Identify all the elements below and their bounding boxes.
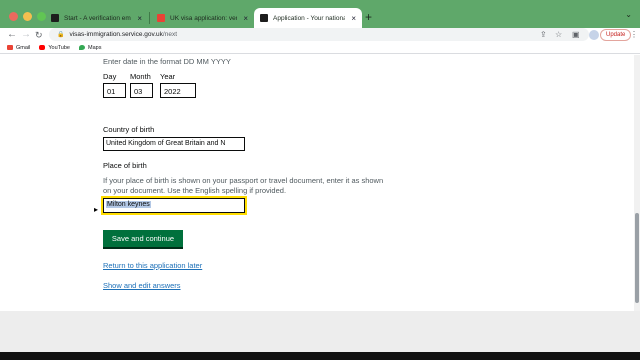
youtube-icon [39, 45, 46, 50]
scrollbar[interactable] [634, 55, 640, 311]
update-button[interactable]: Update [600, 29, 632, 41]
bookmarks-bar: Gmail YouTube Maps [0, 42, 640, 54]
year-input[interactable]: 2022 [160, 83, 196, 98]
browser-window: Start - A verification email has × UK vi… [0, 0, 640, 360]
side-panel-icon[interactable]: ▣ [572, 28, 580, 42]
bookmark-star-icon[interactable]: ☆ [555, 28, 562, 42]
new-tab-button[interactable]: + [365, 10, 372, 24]
close-tab-icon[interactable]: × [351, 14, 356, 23]
place-hint-line2: on your document. Use the English spelli… [103, 186, 287, 195]
govuk-favicon-icon [260, 14, 268, 22]
country-select[interactable]: United Kingdom of Great Britain and N [103, 137, 245, 151]
govuk-favicon-icon [51, 14, 59, 22]
minimize-window-button[interactable] [23, 12, 32, 21]
tab-start[interactable]: Start - A verification email has × [45, 8, 148, 28]
desktop-background [0, 311, 640, 352]
reload-icon[interactable]: ↻ [35, 28, 43, 42]
bookmark-gmail[interactable]: Gmail [7, 45, 30, 51]
scroll-thumb[interactable] [635, 213, 639, 303]
back-icon[interactable]: ← [7, 28, 17, 42]
tab-strip: Start - A verification email has × UK vi… [0, 0, 640, 28]
address-bar[interactable]: 🔒 visas-immigration.service.gov.uk/next [49, 28, 589, 41]
profile-avatar[interactable] [589, 30, 599, 40]
tab-divider [149, 12, 150, 24]
bookmark-label: Maps [88, 44, 102, 51]
bookmark-youtube[interactable]: YouTube [39, 45, 70, 51]
gmail-icon [7, 45, 13, 50]
toolbar: ← → ↻ 🔒 visas-immigration.service.gov.uk… [0, 28, 640, 42]
day-input[interactable]: 01 [103, 83, 126, 98]
close-window-button[interactable] [9, 12, 18, 21]
forward-icon[interactable]: → [21, 28, 31, 42]
tab-application[interactable]: Application - Your nationality, ide × [254, 8, 362, 28]
gmail-favicon-icon [157, 14, 165, 22]
bookmark-label: YouTube [48, 44, 70, 51]
lock-icon: 🔒 [57, 32, 65, 38]
bookmark-maps[interactable]: Maps [79, 45, 101, 51]
month-label: Month [130, 72, 151, 81]
url-path: /next [162, 31, 178, 38]
close-tab-icon[interactable]: × [137, 14, 142, 23]
day-label: Day [103, 72, 117, 81]
country-label: Country of birth [103, 125, 155, 134]
page-content: Enter date in the format DD MM YYYY Day … [0, 55, 634, 311]
tab-title: Application - Your nationality, ide [273, 14, 346, 22]
save-and-continue-button[interactable]: Save and continue [103, 230, 183, 247]
show-edit-answers-link[interactable]: Show and edit answers [103, 281, 181, 290]
selected-text: Milton keynes [106, 201, 151, 208]
year-label: Year [160, 72, 176, 81]
dock-edge [0, 352, 640, 360]
tab-search-icon[interactable]: ⌄ [625, 10, 632, 19]
mouse-cursor-icon: ▸ [94, 205, 99, 214]
close-tab-icon[interactable]: × [243, 14, 248, 23]
month-input[interactable]: 03 [130, 83, 153, 98]
place-label: Place of birth [103, 161, 147, 170]
tab-gmail[interactable]: UK visa application: verify your × [151, 8, 254, 28]
share-icon[interactable]: ⇪ [540, 28, 547, 42]
menu-dots-icon[interactable]: ⋮ [630, 28, 638, 42]
date-hint: Enter date in the format DD MM YYYY [103, 57, 231, 66]
place-of-birth-input[interactable]: Milton keynes [101, 196, 247, 215]
bookmark-label: Gmail [16, 44, 31, 51]
return-later-link[interactable]: Return to this application later [103, 261, 202, 270]
maps-icon [79, 45, 85, 50]
tab-title: Start - A verification email has [64, 14, 131, 22]
url-host: visas-immigration.service.gov.uk [69, 31, 163, 38]
tab-title: UK visa application: verify your [170, 14, 238, 22]
